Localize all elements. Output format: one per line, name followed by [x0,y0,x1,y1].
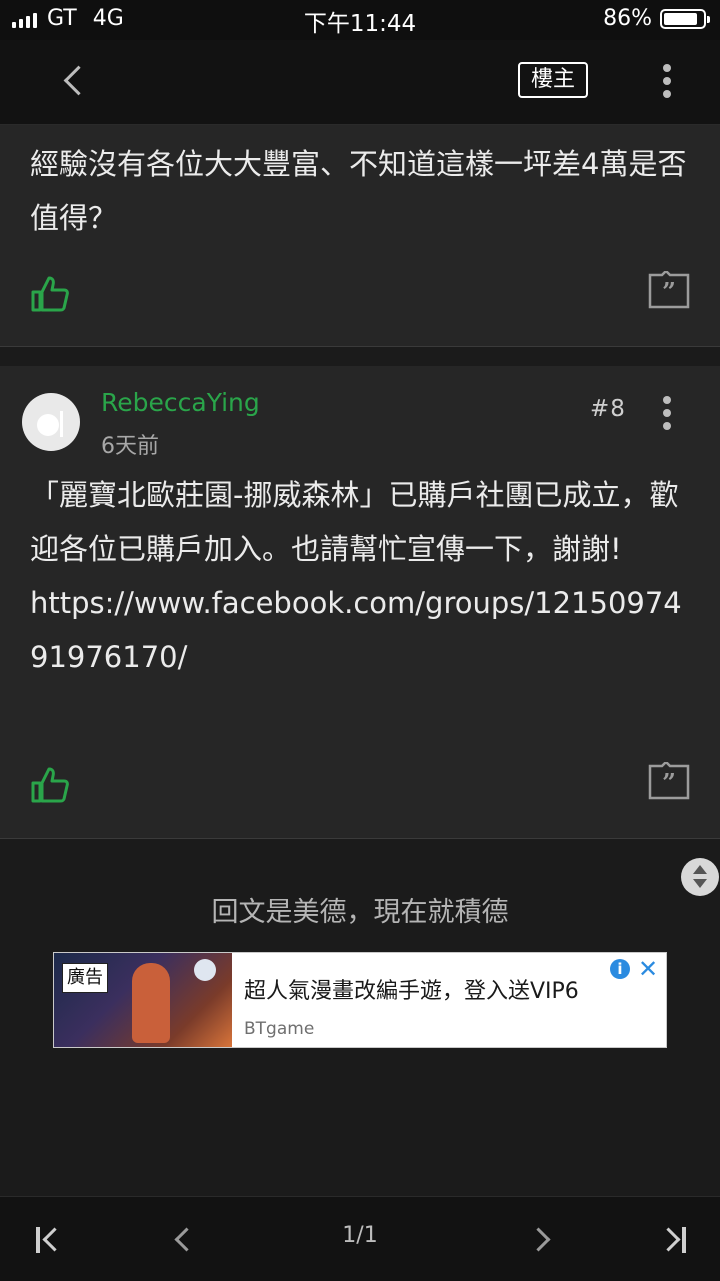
divider [0,838,720,839]
next-page-icon[interactable] [522,1219,562,1259]
pager-bar: 1/1 [0,1196,720,1281]
last-page-icon[interactable] [652,1219,692,1259]
ad-banner[interactable]: 廣告 超人氣漫畫改編手遊，登入送VIP6 BTgame i ✕ [53,952,667,1048]
svg-text:”: ” [662,277,676,306]
ad-badge: 廣告 [62,963,108,993]
divider [0,346,720,347]
like-icon[interactable] [30,275,70,313]
back-icon[interactable] [56,60,96,104]
quote-reply-icon[interactable]: ” [648,271,690,309]
op-only-button[interactable]: 樓主 [518,62,588,98]
battery-percent: 86% [603,6,652,31]
close-icon[interactable]: ✕ [638,955,658,983]
top-nav-bar: 樓主 [0,40,720,125]
avatar[interactable] [22,393,80,451]
post-more-icon[interactable] [662,396,672,435]
author-name[interactable]: RebeccaYing [101,388,260,417]
more-options-icon[interactable] [662,64,672,103]
post-timestamp: 6天前 [101,434,159,459]
like-icon[interactable] [30,766,70,804]
avatar-icon [37,411,63,437]
page-indicator[interactable]: 1/1 [0,1223,720,1248]
ad-image: 廣告 [54,953,232,1047]
svg-text:”: ” [662,768,676,797]
post-text: 「麗寶北歐莊園-挪威森林」已購戶社團已成立，歡迎各位已購戶加入。也請幫忙宣傳一下… [30,478,679,566]
status-bar: GT 4G 下午11:44 86% [0,0,720,40]
quote-reply-icon[interactable]: ” [648,762,690,800]
info-icon[interactable]: i [610,959,630,979]
ad-source: BTgame [244,1019,315,1039]
moon-icon [194,959,216,981]
post-body: 經驗沒有各位大大豐富、不知道這樣一坪差4萬是否值得？ [30,147,687,235]
post-link[interactable]: https://www.facebook.com/groups/12150974… [30,576,690,684]
ad-title[interactable]: 超人氣漫畫改編手遊，登入送VIP6 [244,973,579,1005]
status-right: 86% [603,6,710,31]
battery-icon [660,8,710,29]
post-card-previous: 經驗沒有各位大大豐富、不知道這樣一坪差4萬是否值得？ ” [0,125,720,346]
reply-prompt[interactable]: 回文是美德，現在就積德 [0,890,720,929]
character-illustration [132,963,170,1043]
post-body: 「麗寶北歐莊園-挪威森林」已購戶社團已成立，歡迎各位已購戶加入。也請幫忙宣傳一下… [30,468,690,684]
floor-number: #8 [590,396,626,422]
